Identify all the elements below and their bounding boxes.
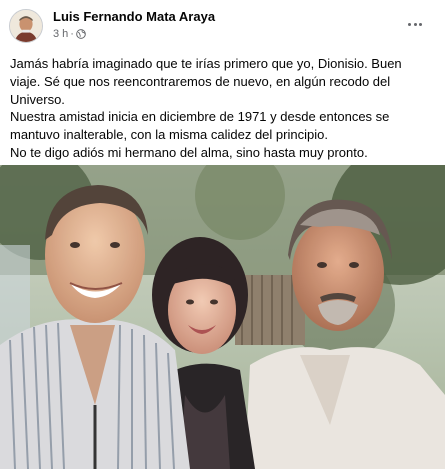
- photo-image: [0, 165, 445, 469]
- more-options-button[interactable]: [404, 14, 426, 34]
- more-horizontal-icon: [408, 22, 412, 26]
- post-photo[interactable]: [0, 165, 445, 469]
- author-avatar[interactable]: [9, 9, 43, 43]
- post-header: Luis Fernando Mata Araya 3 h ·: [0, 0, 445, 50]
- post-paragraph: Jamás habría imaginado que te irías prim…: [10, 56, 402, 107]
- post-paragraph: Nuestra amistad inicia en diciembre de 1…: [10, 109, 390, 143]
- author-name[interactable]: Luis Fernando Mata Araya: [53, 9, 215, 24]
- post-text: Jamás habría imaginado que te irías prim…: [10, 55, 435, 162]
- post-time[interactable]: 3 h: [53, 28, 68, 40]
- avatar-image: [10, 10, 42, 42]
- post-paragraph: No te digo adiós mi hermano del alma, si…: [10, 144, 368, 160]
- post-meta: 3 h ·: [53, 28, 86, 40]
- globe-icon[interactable]: [76, 29, 86, 39]
- meta-separator: ·: [70, 28, 74, 40]
